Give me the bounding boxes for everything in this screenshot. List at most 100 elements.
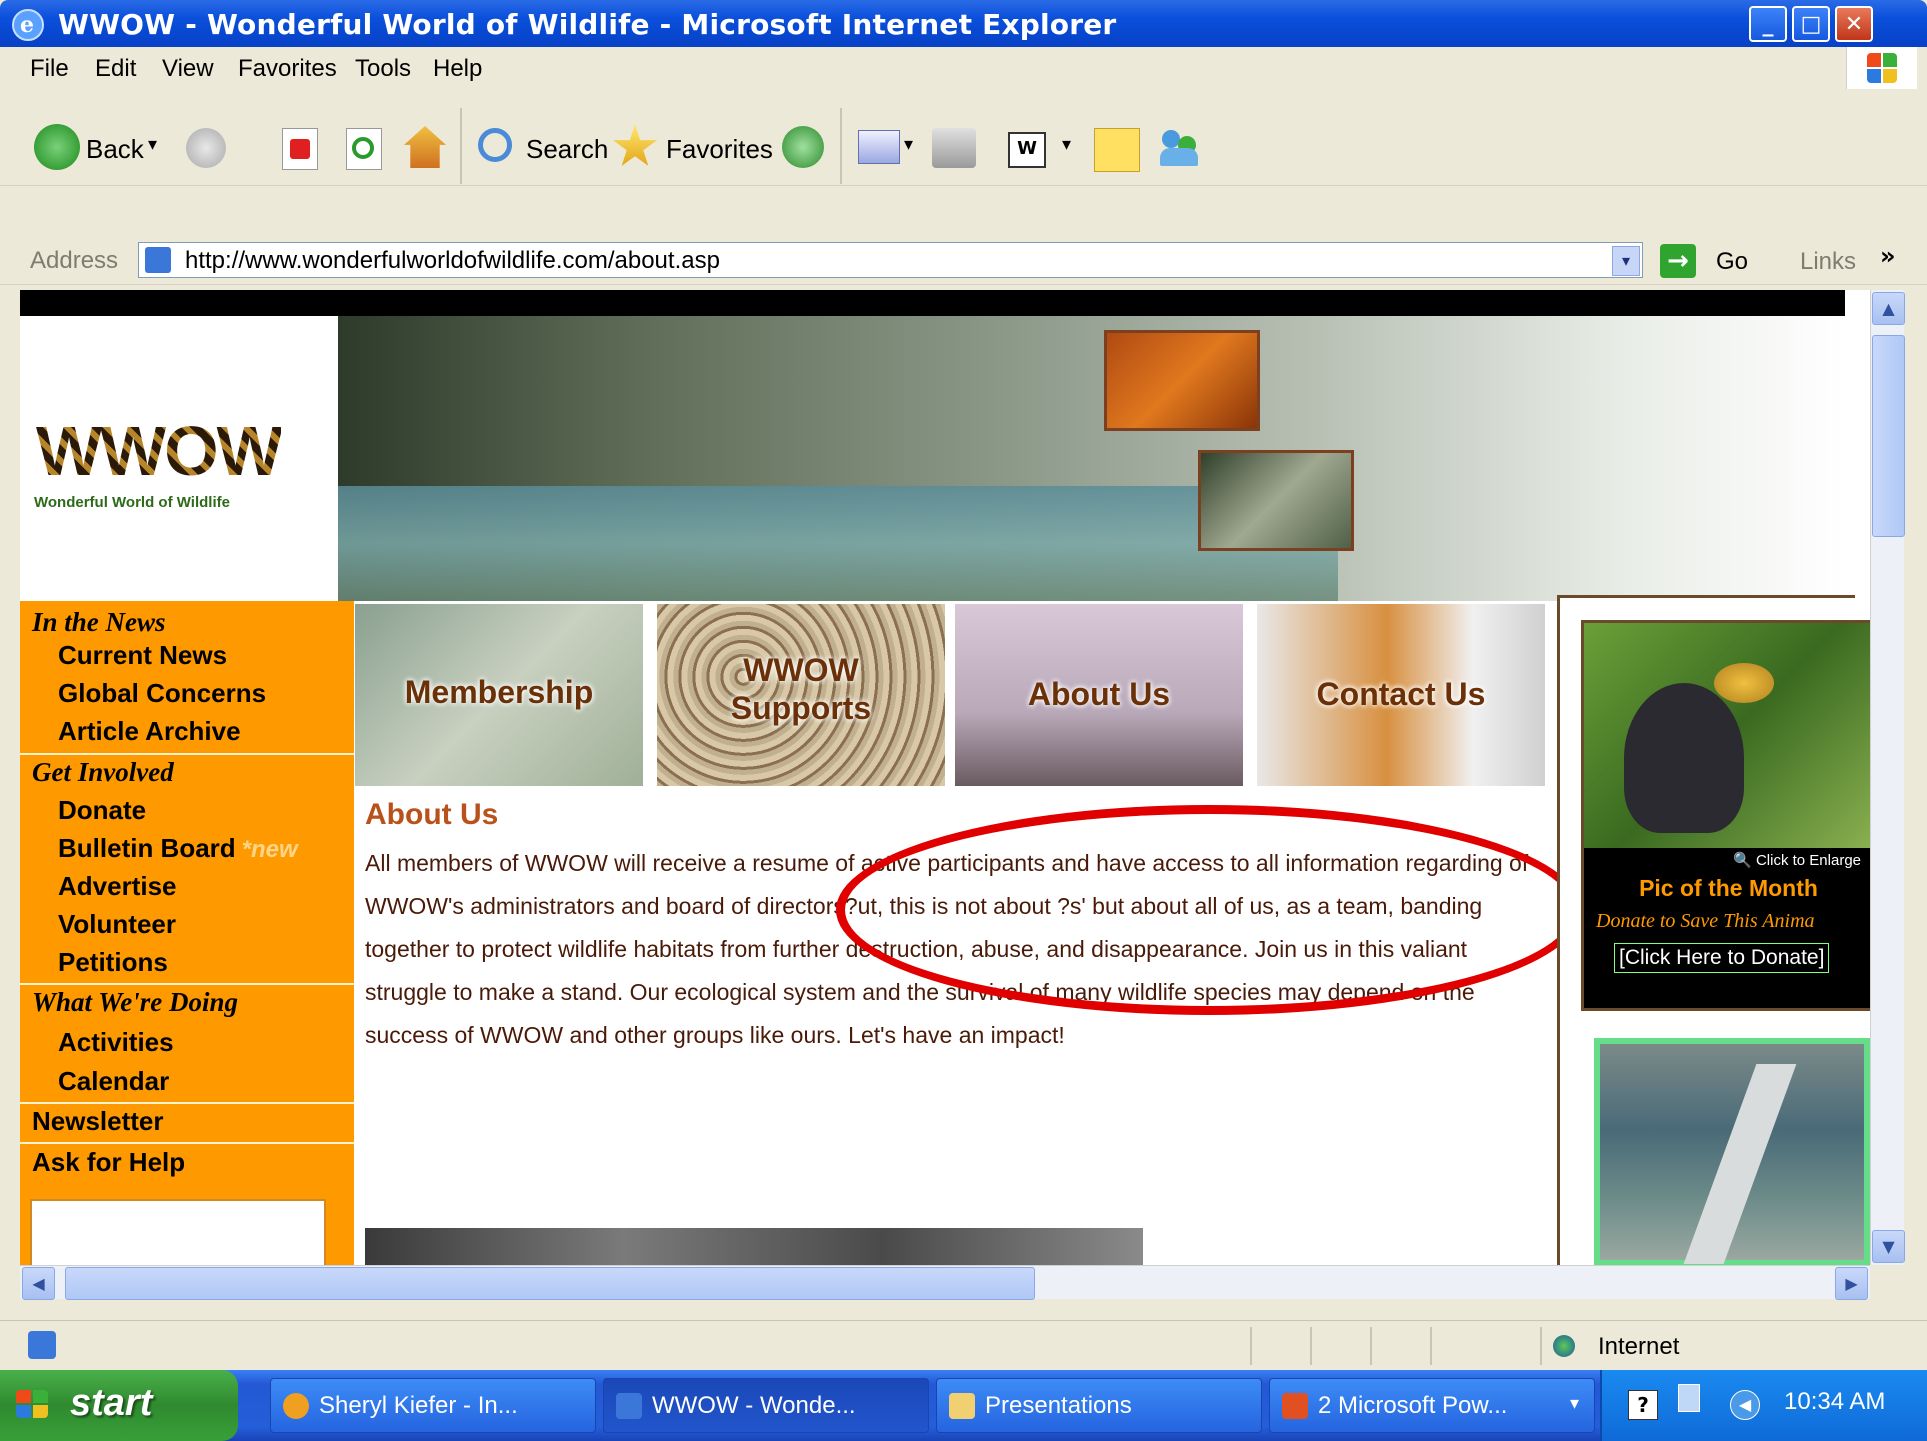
go-button[interactable]: Go [1716, 248, 1748, 276]
plane-wing [1683, 1064, 1797, 1264]
donate-to-save-text: Donate to Save This Anima [1596, 910, 1815, 932]
aerial-plane-photo[interactable] [1594, 1038, 1870, 1265]
sidebar-item-current-news[interactable]: Current News [58, 640, 227, 671]
tile-supports-label: Supports [730, 690, 872, 726]
sidebar-item-newsletter[interactable]: Newsletter [32, 1106, 164, 1137]
vertical-scroll-thumb[interactable] [1872, 335, 1905, 537]
address-input[interactable]: http://www.wonderfulworldofwildlife.com/… [138, 242, 1643, 278]
page-status-icon [28, 1331, 56, 1359]
links-label[interactable]: Links [1800, 248, 1856, 276]
tray-expand-icon[interactable]: ◀ [1730, 1390, 1760, 1420]
taskbar-item-sheryl-kiefer[interactable]: Sheryl Kiefer - In... [270, 1378, 596, 1433]
maximize-button[interactable]: □ [1792, 6, 1830, 42]
wwow-logo[interactable]: WWOW Wonderful World of Wildlife [20, 316, 338, 601]
security-zone-label: Internet [1598, 1333, 1680, 1360]
sidebar-ad-box[interactable] [30, 1199, 326, 1265]
tile-membership[interactable]: Membership [355, 604, 643, 786]
clock[interactable]: 10:34 AM [1784, 1388, 1885, 1416]
network-icon[interactable] [1678, 1384, 1700, 1412]
edit-word-icon[interactable]: W [1008, 132, 1046, 168]
menu-edit[interactable]: Edit [95, 55, 136, 83]
refresh-icon[interactable] [346, 128, 382, 170]
back-button-label[interactable]: Back [86, 134, 144, 165]
orangutan-thumbnail[interactable] [1104, 330, 1260, 431]
scroll-up-button[interactable]: ▲ [1872, 292, 1905, 325]
alligator-thumbnail[interactable] [1198, 450, 1354, 551]
help-icon[interactable]: ? [1628, 1390, 1658, 1420]
vertical-scrollbar[interactable]: ▲ ▼ [1870, 290, 1905, 1265]
taskbar-item-presentations[interactable]: Presentations [936, 1378, 1262, 1433]
sidebar-item-bulletin-board[interactable]: Bulletin Board *new [58, 833, 298, 864]
mail-dropdown-icon[interactable]: ▾ [904, 134, 913, 155]
group-dropdown-icon[interactable]: ▾ [1570, 1393, 1579, 1414]
search-icon[interactable] [478, 128, 512, 162]
chat-icon [283, 1393, 309, 1419]
status-divider [1370, 1327, 1372, 1365]
taskbar-item-powerpoint[interactable]: 2 Microsoft Pow... ▾ [1269, 1378, 1595, 1433]
forward-arrow-icon[interactable] [186, 128, 226, 168]
taskbar-item-label: WWOW - Wonde... [652, 1392, 856, 1419]
status-bar: Internet [0, 1320, 1927, 1371]
address-dropdown-icon[interactable]: ▾ [1612, 246, 1640, 276]
stop-icon[interactable] [282, 128, 318, 170]
new-badge: *new [241, 836, 298, 863]
history-icon[interactable] [782, 126, 824, 168]
system-tray: ? ◀ 10:34 AM [1600, 1370, 1927, 1441]
sidebar-item-donate[interactable]: Donate [58, 795, 146, 826]
crowned-crane-photo[interactable] [1584, 623, 1870, 848]
taskbar-item-wwow[interactable]: WWOW - Wonde... [603, 1378, 929, 1433]
edit-dropdown-icon[interactable]: ▾ [1062, 134, 1071, 155]
sidebar-item-advertise[interactable]: Advertise [58, 871, 177, 902]
print-icon[interactable] [932, 128, 976, 168]
tile-contact-us[interactable]: Contact Us [1257, 604, 1545, 786]
tile-wwow-supports[interactable]: WWOW Supports [657, 604, 945, 786]
menu-bar: File Edit View Favorites Tools Help [0, 47, 1927, 90]
taskbar-item-label: Sheryl Kiefer - In... [319, 1392, 518, 1419]
pic-of-the-month-box[interactable]: 🔍 Click to Enlarge Pic of the Month Dona… [1581, 620, 1870, 1011]
pic-of-the-month-title: Pic of the Month [1639, 875, 1818, 901]
menu-tools[interactable]: Tools [355, 55, 411, 83]
horizontal-scrollbar[interactable]: ◀ ▶ [20, 1265, 1870, 1300]
search-button-label[interactable]: Search [526, 134, 608, 165]
sidebar-item-volunteer[interactable]: Volunteer [58, 909, 176, 940]
title-bar[interactable]: e WWOW - Wonderful World of Wildlife - M… [0, 0, 1927, 47]
go-arrow-icon[interactable]: → [1660, 244, 1696, 278]
status-divider [1430, 1327, 1432, 1365]
start-button[interactable]: start [0, 1370, 238, 1441]
menu-file[interactable]: File [30, 55, 69, 83]
discuss-note-icon[interactable] [1094, 128, 1140, 172]
sidebar-item-activities[interactable]: Activities [58, 1027, 174, 1058]
favorites-button-label[interactable]: Favorites [666, 134, 773, 165]
sidebar-item-petitions[interactable]: Petitions [58, 947, 168, 978]
scroll-right-button[interactable]: ▶ [1835, 1267, 1868, 1300]
toolbar-separator [460, 108, 462, 184]
tile-about-us[interactable]: About Us [955, 604, 1243, 786]
sidebar-divider [20, 1142, 354, 1144]
status-divider [1310, 1327, 1312, 1365]
messenger-icon[interactable] [1158, 126, 1202, 170]
sidebar-item-ask-for-help[interactable]: Ask for Help [32, 1147, 185, 1178]
close-button[interactable]: ✕ [1835, 6, 1873, 42]
scroll-left-button[interactable]: ◀ [22, 1267, 55, 1300]
about-us-heading: About Us [365, 798, 499, 831]
links-chevron-icon[interactable]: » [1880, 242, 1896, 270]
horizontal-scroll-thumb[interactable] [65, 1267, 1035, 1300]
internet-explorer-icon [616, 1393, 642, 1419]
click-to-enlarge-link[interactable]: 🔍 Click to Enlarge [1584, 851, 1870, 869]
scroll-down-button[interactable]: ▼ [1872, 1230, 1905, 1263]
sidebar-item-calendar[interactable]: Calendar [58, 1066, 169, 1097]
mail-icon[interactable] [858, 130, 900, 164]
menu-favorites[interactable]: Favorites [238, 55, 337, 83]
sidebar-item-article-archive[interactable]: Article Archive [58, 716, 241, 747]
menu-view[interactable]: View [162, 55, 214, 83]
sidebar-item-global-concerns[interactable]: Global Concerns [58, 678, 266, 709]
menu-help[interactable]: Help [433, 55, 482, 83]
click-here-to-donate-link[interactable]: [Click Here to Donate] [1614, 943, 1830, 973]
sidebar-divider [20, 983, 354, 985]
back-arrow-icon[interactable] [34, 124, 80, 170]
back-dropdown-icon[interactable]: ▾ [148, 134, 157, 155]
sidebar-heading-news: In the News [32, 607, 166, 637]
windows-logo-icon [1846, 47, 1917, 89]
minimize-button[interactable]: _ [1749, 6, 1787, 42]
address-url[interactable]: http://www.wonderfulworldofwildlife.com/… [185, 247, 720, 275]
